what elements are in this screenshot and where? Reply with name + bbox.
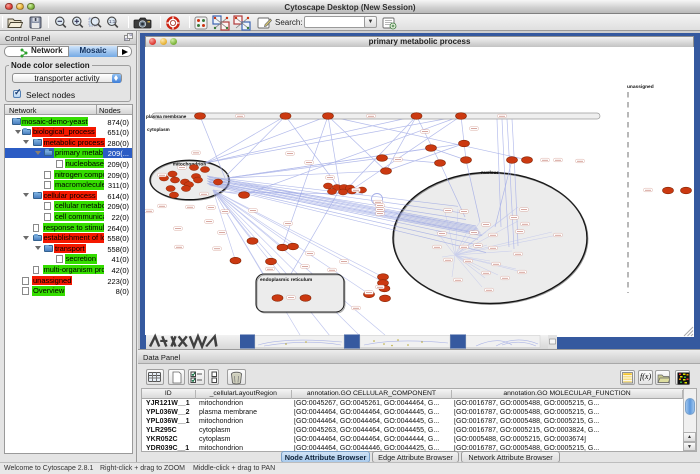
svg-text:nucleus: nucleus (481, 170, 499, 176)
svg-text:unassigned: unassigned (627, 84, 654, 90)
svg-text:1:1: 1:1 (109, 19, 116, 24)
svg-text:cytoplasm: cytoplasm (147, 127, 170, 132)
svg-text:endoplasmic reticulum: endoplasmic reticulum (260, 277, 312, 283)
svg-text:plasma membrane: plasma membrane (146, 114, 187, 119)
